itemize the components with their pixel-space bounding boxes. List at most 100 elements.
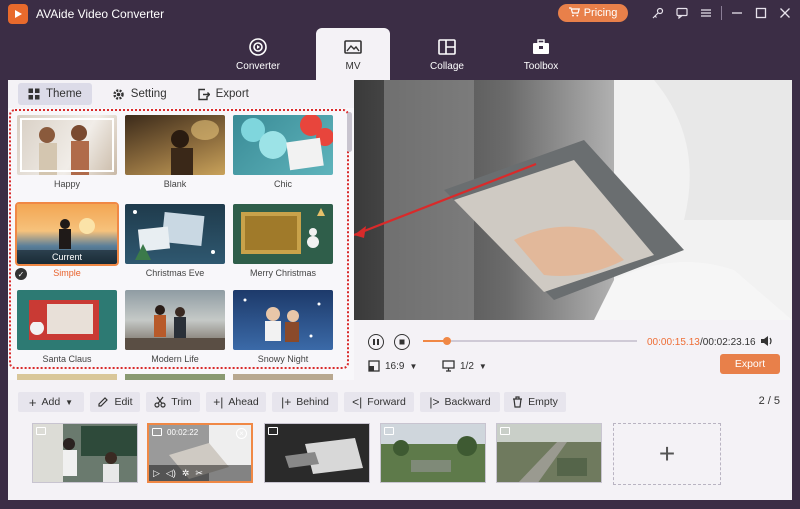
theme-label: Simple bbox=[53, 268, 81, 278]
theme-christmas-eve[interactable]: Christmas Eve bbox=[125, 204, 225, 278]
ahead-button[interactable]: +| Ahead bbox=[206, 392, 266, 412]
film-icon bbox=[500, 427, 510, 435]
theme-thumbnail bbox=[125, 290, 225, 350]
clip-thumbnail[interactable] bbox=[496, 423, 602, 483]
pager-current: 2 bbox=[758, 395, 765, 407]
empty-button[interactable]: Empty bbox=[504, 392, 566, 412]
ahead-icon: +| bbox=[213, 395, 224, 409]
progress-handle[interactable] bbox=[442, 337, 451, 345]
tab-toolbox[interactable]: Toolbox bbox=[504, 28, 578, 80]
plus-icon: + bbox=[28, 394, 37, 410]
stop-button[interactable] bbox=[394, 334, 410, 350]
add-clip-button[interactable]: + bbox=[613, 423, 721, 485]
export-icon bbox=[197, 88, 210, 100]
video-preview bbox=[354, 80, 792, 320]
film-icon bbox=[36, 427, 46, 435]
effect-icon[interactable]: ✲ bbox=[182, 468, 190, 479]
tab-collage-label: Collage bbox=[430, 61, 464, 72]
tab-setting[interactable]: Setting bbox=[102, 83, 177, 105]
pause-button[interactable] bbox=[368, 334, 384, 350]
behind-label: Behind bbox=[296, 396, 329, 408]
trim-button[interactable]: Trim bbox=[146, 392, 200, 412]
clip-thumbnail-selected[interactable]: 00:02:22 × ▷ ◁) ✲ ✂ bbox=[147, 423, 253, 483]
title-divider bbox=[721, 6, 722, 20]
theme-scrollbar[interactable] bbox=[347, 112, 352, 152]
sub-tabs: Theme Setting Export bbox=[8, 80, 354, 108]
monitor-icon bbox=[442, 360, 455, 372]
theme-simple[interactable]: Current ✓ Simple bbox=[15, 202, 119, 280]
clip-duration: 00:02:22 bbox=[167, 428, 199, 437]
theme-label: Snowy Night bbox=[257, 354, 309, 364]
minimize-icon[interactable] bbox=[728, 4, 746, 22]
theme-modern-life[interactable]: Modern Life bbox=[125, 290, 225, 364]
theme-grid-icon bbox=[28, 88, 40, 100]
scissors-icon[interactable]: ✂ bbox=[195, 468, 203, 479]
theme-blank[interactable]: Blank bbox=[125, 115, 225, 189]
tab-mv-label: MV bbox=[345, 61, 361, 72]
behind-button[interactable]: |+ Behind bbox=[272, 392, 338, 412]
forward-label: Forward bbox=[367, 396, 406, 408]
current-time: 00:00:15.13 bbox=[647, 337, 700, 348]
film-icon bbox=[152, 428, 162, 436]
theme-merry-christmas[interactable]: Merry Christmas bbox=[233, 204, 333, 278]
theme-chic[interactable]: Chic bbox=[233, 115, 333, 189]
tab-converter[interactable]: Converter bbox=[221, 28, 295, 80]
ahead-label: Ahead bbox=[228, 396, 259, 408]
cart-icon bbox=[568, 6, 580, 20]
theme-happy[interactable]: Happy bbox=[17, 115, 117, 189]
chevron-down-icon: ▼ bbox=[478, 361, 487, 371]
theme-label: Modern Life bbox=[151, 354, 199, 364]
clip-toolbar: + Add ▼ Edit Trim +| Ahead |+ Behind <| … bbox=[8, 390, 792, 414]
theme-thumbnail-partial bbox=[125, 374, 225, 380]
volume-icon[interactable] bbox=[760, 335, 774, 350]
page-select[interactable]: 1/2 ▼ bbox=[442, 360, 487, 372]
key-icon[interactable] bbox=[649, 4, 667, 22]
clip-thumbnail[interactable] bbox=[380, 423, 486, 483]
forward-button[interactable]: <| Forward bbox=[344, 392, 414, 412]
behind-icon: |+ bbox=[281, 395, 292, 409]
theme-santa-claus[interactable]: Santa Claus bbox=[17, 290, 117, 364]
collage-icon bbox=[438, 39, 456, 55]
tab-export[interactable]: Export bbox=[187, 83, 259, 105]
audio-icon[interactable]: ◁) bbox=[166, 468, 176, 479]
aspect-ratio-icon bbox=[368, 360, 380, 372]
pager-separator: / bbox=[767, 395, 771, 407]
tab-theme-label: Theme bbox=[46, 88, 82, 100]
converter-icon bbox=[249, 38, 267, 56]
maximize-icon[interactable] bbox=[752, 4, 770, 22]
clip-thumbnail[interactable] bbox=[264, 423, 370, 483]
theme-thumbnail bbox=[233, 115, 333, 175]
tab-theme[interactable]: Theme bbox=[18, 83, 92, 105]
edit-button[interactable]: Edit bbox=[90, 392, 140, 412]
tab-export-label: Export bbox=[215, 88, 249, 100]
aspect-ratio-select[interactable]: 16:9 ▼ bbox=[368, 360, 417, 372]
progress-bar[interactable] bbox=[423, 337, 637, 345]
pricing-label: Pricing bbox=[583, 7, 618, 19]
theme-snowy-night[interactable]: Snowy Night bbox=[233, 290, 333, 364]
play-icon[interactable]: ▷ bbox=[153, 468, 160, 479]
theme-thumbnail bbox=[17, 115, 117, 175]
film-icon bbox=[384, 427, 394, 435]
remove-clip-icon[interactable]: × bbox=[236, 428, 247, 439]
edit-icon bbox=[98, 397, 109, 407]
close-icon[interactable] bbox=[776, 4, 794, 22]
total-time: /00:02:23.16 bbox=[700, 337, 756, 348]
edit-label: Edit bbox=[114, 396, 133, 408]
theme-thumbnail-partial bbox=[233, 374, 333, 380]
feedback-icon[interactable] bbox=[673, 4, 691, 22]
menu-icon[interactable] bbox=[697, 4, 715, 22]
add-button[interactable]: + Add ▼ bbox=[18, 392, 84, 412]
export-button[interactable]: Export bbox=[720, 354, 780, 374]
pricing-button[interactable]: Pricing bbox=[558, 4, 628, 22]
theme-thumbnail bbox=[125, 115, 225, 175]
theme-thumbnail bbox=[125, 204, 225, 264]
theme-label: Santa Claus bbox=[42, 354, 92, 364]
tab-mv[interactable]: MV bbox=[316, 28, 390, 80]
clip-thumbnail[interactable] bbox=[32, 423, 138, 483]
plus-icon: + bbox=[658, 438, 676, 469]
current-badge: Current bbox=[17, 250, 117, 264]
backward-button[interactable]: |> Backward bbox=[420, 392, 500, 412]
main-nav: Converter MV Collage Toolbox bbox=[0, 28, 800, 80]
pause-icon bbox=[373, 339, 379, 345]
tab-collage[interactable]: Collage bbox=[410, 28, 484, 80]
